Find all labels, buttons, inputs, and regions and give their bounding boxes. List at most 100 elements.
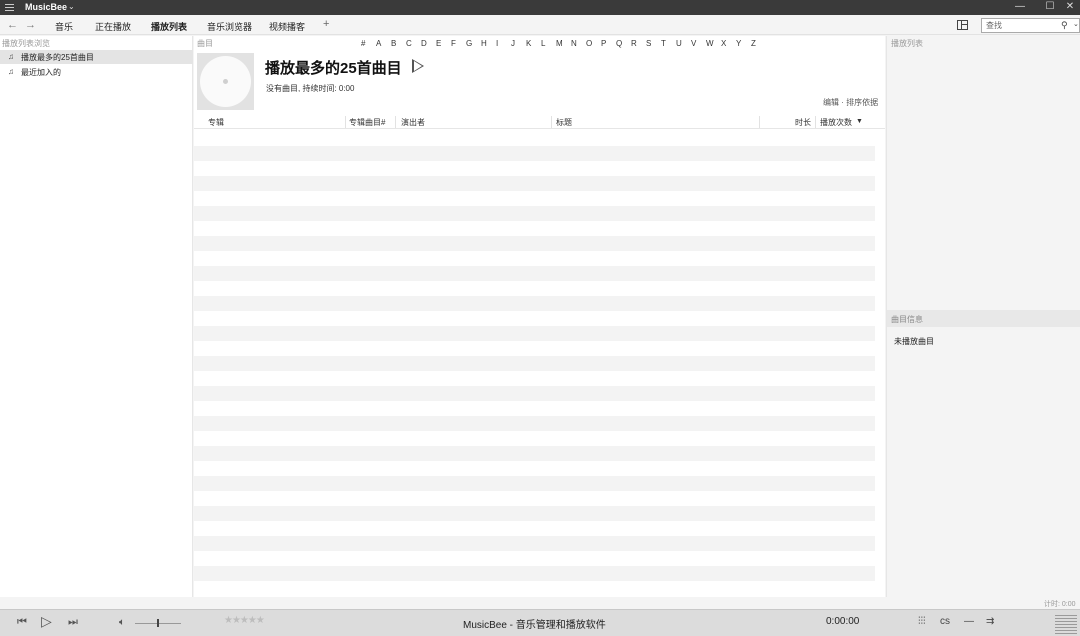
app-title[interactable]: MusicBee bbox=[25, 2, 67, 12]
edit-sort-link[interactable]: 编辑 · 排序依据 bbox=[823, 97, 878, 108]
alphabet-filter-letter[interactable]: C bbox=[406, 39, 412, 48]
add-tab-icon[interactable]: + bbox=[323, 18, 329, 30]
empty-row bbox=[194, 206, 875, 221]
chevron-down-icon[interactable]: ⌄ bbox=[68, 2, 75, 11]
playlist-item[interactable]: ♫ 最近加入的 bbox=[0, 65, 193, 79]
alphabet-filter-letter[interactable]: G bbox=[466, 39, 472, 48]
column-divider[interactable] bbox=[759, 116, 760, 128]
empty-row bbox=[194, 221, 875, 236]
volume-slider-handle[interactable] bbox=[157, 619, 159, 627]
play-icon[interactable] bbox=[412, 59, 424, 73]
tab-music[interactable]: 音乐 bbox=[55, 20, 73, 33]
track-info-empty: 未播放曲目 bbox=[894, 337, 934, 346]
queue-icon[interactable]: ⇉ bbox=[986, 616, 994, 627]
playlist-item[interactable]: ♫ 播放最多的25首曲目 bbox=[0, 50, 193, 64]
empty-row bbox=[194, 461, 875, 476]
alphabet-filter-letter[interactable]: Y bbox=[736, 39, 741, 48]
column-header-duration[interactable]: 时长 bbox=[795, 117, 811, 128]
track-info-header: 曲目信息 bbox=[887, 310, 1080, 327]
chevron-down-icon[interactable]: ⌄ bbox=[1073, 20, 1079, 28]
alphabet-filter-letter[interactable]: L bbox=[541, 39, 545, 48]
playlist-icon: ♫ bbox=[8, 67, 14, 76]
minimize-button[interactable]: — bbox=[1011, 0, 1029, 15]
column-header-title[interactable]: 标题 bbox=[556, 117, 572, 128]
alphabet-filter-letter[interactable]: E bbox=[436, 39, 441, 48]
equalizer-icon[interactable]: ⫶⫶⫶ bbox=[918, 616, 926, 627]
alphabet-filter-letter[interactable]: O bbox=[586, 39, 592, 48]
back-arrow-icon[interactable]: ← bbox=[7, 19, 18, 31]
scrobble-icon[interactable]: ᴄs bbox=[940, 616, 950, 627]
column-divider[interactable] bbox=[395, 116, 396, 128]
alphabet-filter-letter[interactable]: # bbox=[361, 39, 365, 48]
search-field[interactable]: ⚲ ⌄ bbox=[981, 18, 1080, 33]
alphabet-filter-letter[interactable]: Q bbox=[616, 39, 622, 48]
empty-row bbox=[194, 236, 875, 251]
alphabet-filter-letter[interactable]: M bbox=[556, 39, 563, 48]
column-header-play-count[interactable]: 播放次数 bbox=[820, 117, 852, 128]
empty-row bbox=[194, 386, 875, 401]
column-divider[interactable] bbox=[345, 116, 346, 128]
alphabet-filter-letter[interactable]: X bbox=[721, 39, 726, 48]
layout-icon[interactable] bbox=[957, 20, 968, 30]
maximize-button[interactable]: ☐ bbox=[1041, 0, 1059, 15]
empty-row bbox=[194, 581, 875, 596]
panel-header: 播放列表 bbox=[891, 39, 923, 48]
alphabet-filter-letter[interactable]: K bbox=[526, 39, 531, 48]
track-list-panel: 曲目 # A B C D E F G H I J K L M N O P Q R S T U V W X Y Z 播放最多的25首曲… bbox=[194, 36, 885, 597]
previous-track-icon[interactable]: ⏮ bbox=[17, 616, 27, 629]
volume-icon[interactable]: 🔈︎ bbox=[119, 617, 125, 628]
empty-row bbox=[194, 536, 875, 551]
alphabet-filter-letter[interactable]: D bbox=[421, 39, 427, 48]
alphabet-filter-letter[interactable]: P bbox=[601, 39, 606, 48]
sort-desc-icon[interactable]: ▼ bbox=[856, 118, 863, 125]
album-art-placeholder bbox=[197, 53, 254, 110]
empty-row bbox=[194, 131, 875, 146]
rating-stars[interactable]: ★★★★★ bbox=[224, 615, 265, 626]
playlist-icon: ♫ bbox=[8, 52, 14, 61]
empty-row bbox=[194, 356, 875, 371]
forward-arrow-icon[interactable]: → bbox=[25, 19, 36, 31]
collapse-icon[interactable]: — bbox=[964, 616, 974, 627]
alphabet-filter-letter[interactable]: N bbox=[571, 39, 577, 48]
column-divider[interactable] bbox=[815, 116, 816, 128]
panel-header: 播放列表浏览 bbox=[2, 39, 50, 48]
tab-playlists[interactable]: 播放列表 bbox=[151, 20, 187, 33]
tab-podcasts[interactable]: 视频播客 bbox=[269, 20, 305, 33]
playlist-item-label: 最近加入的 bbox=[21, 68, 61, 77]
empty-row bbox=[194, 311, 875, 326]
next-track-icon[interactable]: ⏭ bbox=[68, 616, 78, 629]
player-bar: ⏮ ▷ ⏭ 🔈︎ ★★★★★ MusicBee - 音乐管理和播放软件 0:00… bbox=[0, 609, 1080, 636]
empty-row bbox=[194, 551, 875, 566]
alphabet-filter-letter[interactable]: S bbox=[646, 39, 651, 48]
alphabet-filter-letter[interactable]: F bbox=[451, 39, 456, 48]
hamburger-menu-icon[interactable] bbox=[5, 4, 14, 11]
tab-now-playing[interactable]: 正在播放 bbox=[95, 20, 131, 33]
alphabet-filter-letter[interactable]: T bbox=[661, 39, 666, 48]
alphabet-filter-letter[interactable]: R bbox=[631, 39, 637, 48]
alphabet-filter-letter[interactable]: I bbox=[496, 39, 498, 48]
close-button[interactable]: ✕ bbox=[1061, 0, 1079, 15]
play-icon[interactable]: ▷ bbox=[41, 613, 52, 630]
alphabet-filter-letter[interactable]: H bbox=[481, 39, 487, 48]
status-line: 计时: 0:00 bbox=[0, 597, 1080, 609]
empty-row bbox=[194, 416, 875, 431]
playlist-browser-panel: 播放列表浏览 ♫ 播放最多的25首曲目 ♫ 最近加入的 bbox=[0, 36, 193, 597]
alphabet-filter-letter[interactable]: A bbox=[376, 39, 381, 48]
alphabet-filter-letter[interactable]: V bbox=[691, 39, 696, 48]
column-header-album[interactable]: 专辑 bbox=[208, 117, 224, 128]
tab-music-explorer[interactable]: 音乐浏览器 bbox=[207, 20, 252, 33]
alphabet-filter-letter[interactable]: W bbox=[706, 39, 714, 48]
empty-row bbox=[194, 326, 875, 341]
playback-time: 0:00:00 bbox=[826, 616, 860, 627]
search-input[interactable] bbox=[986, 20, 1058, 31]
spectrum-visualizer[interactable] bbox=[1055, 613, 1077, 634]
alphabet-filter-letter[interactable]: J bbox=[511, 39, 515, 48]
track-rows bbox=[194, 131, 875, 597]
column-header-artist[interactable]: 演出者 bbox=[401, 117, 425, 128]
alphabet-filter-letter[interactable]: B bbox=[391, 39, 396, 48]
alphabet-filter-letter[interactable]: Z bbox=[751, 39, 756, 48]
alphabet-filter-letter[interactable]: U bbox=[676, 39, 682, 48]
column-divider[interactable] bbox=[551, 116, 552, 128]
search-icon[interactable]: ⚲ bbox=[1061, 20, 1068, 31]
column-header-track-number[interactable]: 专辑曲目# bbox=[349, 117, 385, 128]
